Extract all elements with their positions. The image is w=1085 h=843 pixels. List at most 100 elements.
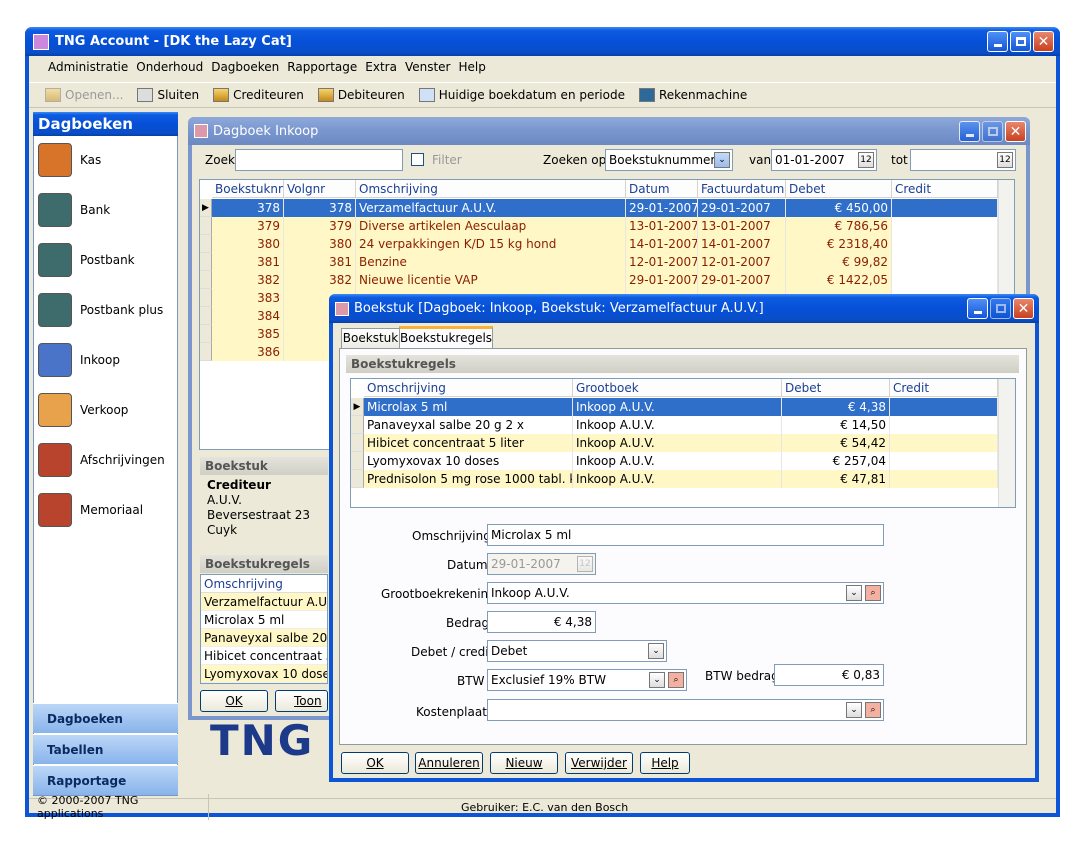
- col-regel-grootboek[interactable]: Grootboek: [573, 379, 782, 396]
- table-row[interactable]: Lyomyxovax 10 doses Inkoop A.U.V. € 257,04: [351, 452, 998, 470]
- nav-tabellen[interactable]: Tabellen: [33, 734, 178, 764]
- sidebar-item-afschrijvingen[interactable]: Afschrijvingen: [38, 436, 178, 484]
- zoeken-op-select[interactable]: Boekstuknummer ⌄: [605, 149, 733, 171]
- list-item[interactable]: Lyomyxovax 10 doses: [201, 665, 327, 683]
- list-item[interactable]: Verzamelfactuur A.U.V.: [201, 593, 327, 611]
- van-date-input[interactable]: 01-01-2007 12: [771, 149, 877, 171]
- menu-rapportage[interactable]: Rapportage: [287, 60, 357, 78]
- lookup-icon[interactable]: ⌕: [668, 672, 684, 688]
- tot-date-input[interactable]: 12: [910, 149, 1016, 171]
- btwbedrag-input[interactable]: € 0,83: [774, 664, 884, 686]
- table-row[interactable]: 382 382 Nieuwe licentie VAP 29-01-2007 29-01…: [200, 271, 998, 289]
- close-button[interactable]: ✕: [1033, 31, 1054, 52]
- boekstuk-ok-label: OK: [366, 756, 384, 770]
- chevron-down-icon[interactable]: ⌄: [649, 672, 665, 688]
- list-item[interactable]: Panaveyxal salbe 20 g 2: [201, 629, 327, 647]
- col-omschrijving[interactable]: Omschrijving: [356, 180, 626, 197]
- help-button[interactable]: Help: [640, 752, 690, 774]
- crediteuren-button[interactable]: Crediteuren: [213, 88, 304, 102]
- calendar-icon[interactable]: 12: [858, 152, 874, 168]
- col-datum[interactable]: Datum: [626, 180, 698, 197]
- chevron-down-icon[interactable]: ⌄: [846, 702, 862, 718]
- sidebar-item-memoriaal[interactable]: Memoriaal: [38, 486, 178, 534]
- cell-boekstuknr: 386: [212, 343, 284, 361]
- row-indicator: [351, 434, 364, 452]
- table-row[interactable]: Panaveyxal salbe 20 g 2 x Inkoop A.U.V. € …: [351, 416, 998, 434]
- boekstuk-ok-button[interactable]: OK: [341, 752, 409, 774]
- boekstuk-minimize-button[interactable]: [967, 298, 988, 319]
- menu-dagboeken[interactable]: Dagboeken: [211, 60, 279, 78]
- zoek-input[interactable]: [235, 149, 403, 171]
- regels-mini-grid[interactable]: Omschrijving Verzamelfactuur A.U.V. Micro…: [200, 574, 328, 684]
- open-button[interactable]: Openen...: [45, 88, 123, 102]
- col-regel-credit[interactable]: Credit: [890, 379, 998, 396]
- menu-administratie[interactable]: Administratie: [48, 60, 128, 78]
- nieuw-button[interactable]: Nieuw: [490, 752, 558, 774]
- col-regel-debet[interactable]: Debet: [782, 379, 890, 396]
- sidebar-item-bank[interactable]: Bank: [38, 186, 178, 234]
- col-credit[interactable]: Credit: [892, 180, 998, 197]
- table-row[interactable]: Hibicet concentraat 5 liter Inkoop A.U.V.…: [351, 434, 998, 452]
- dagboek-close-button[interactable]: ✕: [1005, 121, 1026, 142]
- menu-onderhoud[interactable]: Onderhoud: [136, 60, 203, 78]
- minimize-button[interactable]: [987, 31, 1008, 52]
- table-row[interactable]: ▶ Microlax 5 ml Inkoop A.U.V. € 4,38: [351, 398, 998, 416]
- verwijder-button[interactable]: Verwijder: [565, 752, 633, 774]
- table-row[interactable]: 381 381 Benzine 12-01-2007 12-01-2007 € 99,82: [200, 253, 998, 271]
- boekdatum-button[interactable]: Huidige boekdatum en periode: [418, 88, 625, 102]
- boekstuk-maximize-button[interactable]: [990, 298, 1011, 319]
- kostenplaats-select[interactable]: ⌄ ⌕: [487, 699, 884, 721]
- grootboek-select[interactable]: Inkoop A.U.V. ⌄ ⌕: [487, 582, 884, 604]
- dagboek-ok-button[interactable]: OK: [200, 690, 268, 712]
- col-volgnr[interactable]: Volgnr: [284, 180, 356, 197]
- sidebar-item-verkoop[interactable]: Verkoop: [38, 386, 178, 434]
- sidebar-item-postbank-plus[interactable]: Postbank plus: [38, 286, 178, 334]
- nav-rapportage[interactable]: Rapportage: [33, 765, 178, 795]
- dagboek-maximize-button[interactable]: [982, 121, 1003, 142]
- calendar-icon[interactable]: 12: [997, 152, 1013, 168]
- annuleren-button[interactable]: Annuleren: [415, 752, 483, 774]
- sluiten-label: Sluiten: [157, 88, 200, 102]
- col-boekstuknr[interactable]: Boekstuknr: [212, 180, 284, 197]
- dagboek-toon-button[interactable]: Toon: [275, 690, 328, 712]
- sidebar-item-postbank[interactable]: Postbank: [38, 236, 178, 284]
- menu-help[interactable]: Help: [459, 60, 486, 78]
- tab-boekstukregels[interactable]: Boekstukregels: [399, 326, 493, 349]
- list-item[interactable]: Hibicet concentraat 5 lit: [201, 647, 327, 665]
- filter-checkbox[interactable]: [411, 153, 424, 166]
- btw-select[interactable]: Exclusief 19% BTW ⌄ ⌕: [487, 669, 687, 691]
- nieuw-label: Nieuw: [505, 756, 543, 770]
- table-row[interactable]: Prednisolon 5 mg rose 1000 tabl. kombInk…: [351, 470, 998, 488]
- regels-scrollbar[interactable]: [998, 379, 1015, 507]
- chevron-down-icon[interactable]: ⌄: [846, 585, 862, 601]
- nav-dagboeken[interactable]: Dagboeken: [33, 703, 178, 733]
- dagboek-minimize-button[interactable]: [959, 121, 980, 142]
- table-row[interactable]: 380 380 24 verpakkingen K/D 15 kg hond 14-0…: [200, 235, 998, 253]
- debiteuren-button[interactable]: Debiteuren: [317, 88, 405, 102]
- chevron-down-icon[interactable]: ⌄: [648, 643, 664, 659]
- cell-credit: [890, 452, 998, 470]
- omschrijving-input[interactable]: Microlax 5 ml: [487, 524, 884, 546]
- bedrag-input[interactable]: € 4,38: [487, 611, 596, 633]
- sidebar-item-inkoop[interactable]: Inkoop: [38, 336, 178, 384]
- cell-credit: [890, 398, 998, 416]
- menu-extra[interactable]: Extra: [365, 60, 397, 78]
- lookup-icon[interactable]: ⌕: [865, 585, 881, 601]
- tab-boekstuk[interactable]: Boekstuk: [341, 328, 400, 348]
- list-item[interactable]: Microlax 5 ml: [201, 611, 327, 629]
- debetcredit-select[interactable]: Debet ⌄: [487, 640, 667, 662]
- lookup-icon[interactable]: ⌕: [865, 702, 881, 718]
- table-row[interactable]: ▶ 378 378 Verzamelfactuur A.U.V. 29-01-2007 2…: [200, 199, 998, 217]
- sluiten-button[interactable]: Sluiten: [137, 88, 199, 102]
- table-row[interactable]: 379 379 Diverse artikelen Aesculaap 13-01-2…: [200, 217, 998, 235]
- sidebar-item-kas[interactable]: Kas: [38, 136, 178, 184]
- menu-venster[interactable]: Venster: [405, 60, 451, 78]
- col-factuurdatum[interactable]: Factuurdatum: [698, 180, 786, 197]
- col-debet[interactable]: Debet: [786, 180, 892, 197]
- maximize-button[interactable]: [1010, 31, 1031, 52]
- boekstuk-close-button[interactable]: ✕: [1013, 298, 1034, 319]
- app-title: TNG Account - [DK the Lazy Cat]: [55, 34, 292, 49]
- col-regel-omschrijving[interactable]: Omschrijving: [364, 379, 573, 396]
- afschrijvingen-icon: [38, 443, 72, 477]
- rekenmachine-button[interactable]: Rekenmachine: [638, 88, 747, 102]
